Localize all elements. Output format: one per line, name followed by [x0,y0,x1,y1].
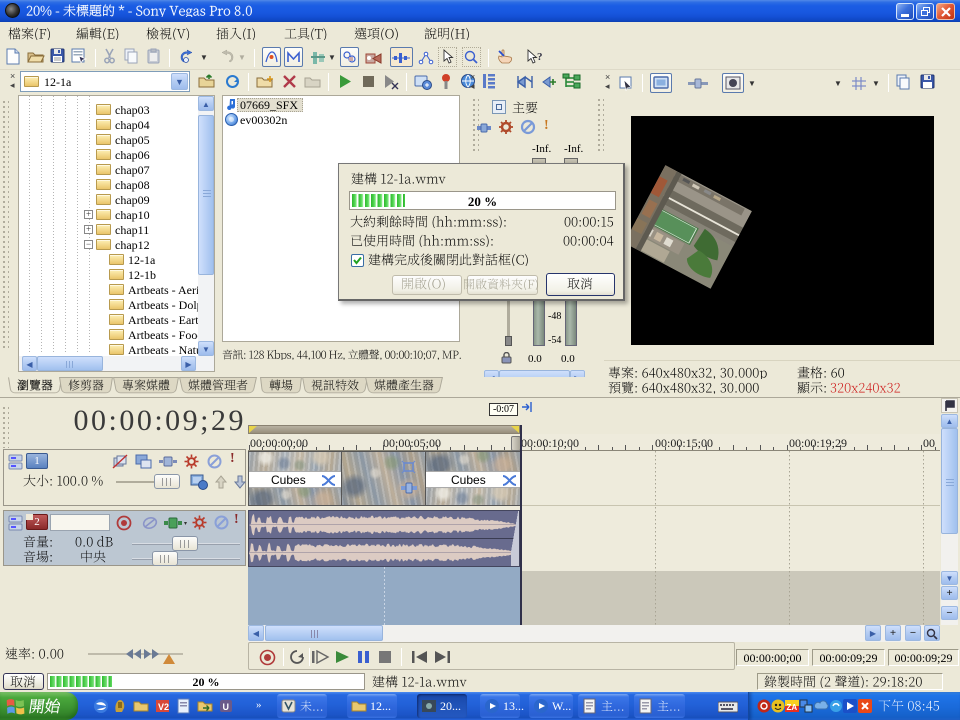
svg-text:V2: V2 [158,702,169,712]
svg-text:U: U [223,702,230,712]
svg-text:ZA: ZA [787,703,798,712]
svg-text:?: ? [537,51,543,63]
